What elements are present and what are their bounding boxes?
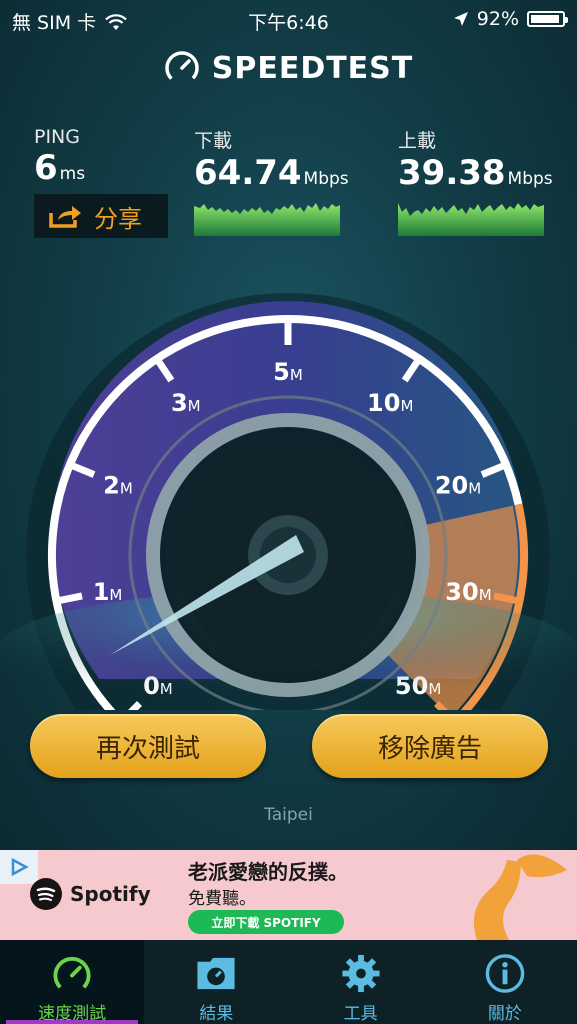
ad-banner[interactable]: Spotify 老派愛戀的反撲。 免費聽。 立即下載 SPOTIFY [0, 850, 577, 940]
download-graph [194, 203, 340, 236]
gauge-tick [493, 592, 521, 605]
battery-icon [527, 11, 568, 27]
app-header: SPEEDTEST [0, 48, 577, 88]
ping-label: PING [34, 126, 80, 148]
app-title: SPEEDTEST [211, 50, 414, 86]
results-folder-icon [197, 957, 235, 990]
download-unit: Mbps [303, 169, 349, 189]
server-location: Taipei [264, 805, 313, 825]
ad-headline: 老派愛戀的反撲。 [188, 860, 348, 884]
speed-gauge: 0M1M2M3M5M10M20M30M50M [0, 293, 577, 710]
remove-ads-label: 移除廣告 [377, 733, 482, 764]
tab-about[interactable]: 關於 [433, 940, 577, 1024]
info-icon [485, 954, 525, 993]
share-label: 分享 [94, 204, 142, 233]
speedometer-icon [53, 956, 91, 995]
download-stat: 下載 64.74 Mbps [194, 126, 349, 199]
spotify-brand: Spotify [30, 878, 151, 910]
spotify-name: Spotify [70, 882, 151, 906]
saxophone-illustration [473, 854, 567, 940]
remove-ads-button[interactable]: 移除廣告 [312, 714, 548, 778]
share-button[interactable]: 分享 [34, 194, 168, 238]
tab-about-label: 關於 [487, 1004, 522, 1024]
location-arrow-icon [453, 12, 468, 26]
upload-label: 上載 [398, 130, 437, 152]
download-value: 64.74 [194, 153, 302, 193]
retest-label: 再次測試 [95, 733, 200, 764]
upload-value: 39.38 [398, 153, 506, 193]
tab-tools-label: 工具 [343, 1004, 378, 1024]
ad-cta-button[interactable]: 立即下載 SPOTIFY [188, 910, 344, 934]
gauge-tick [55, 592, 83, 605]
ad-subline: 免費聽。 [188, 889, 256, 909]
tab-bar: 速度測試 結果 工具 關於 [0, 940, 577, 1024]
share-icon [49, 206, 81, 228]
upload-graph [398, 203, 544, 236]
spotify-logo-icon [30, 878, 62, 910]
download-label: 下載 [194, 130, 233, 152]
tab-results-label: 結果 [199, 1004, 234, 1024]
tab-speedtest-label: 速度測試 [38, 1004, 107, 1024]
ping-stat: PING 6 ms [34, 126, 85, 194]
retest-button[interactable]: 再次測試 [30, 714, 266, 778]
gear-icon [342, 954, 380, 993]
speedtest-logo-icon [164, 51, 199, 85]
upload-unit: Mbps [507, 169, 553, 189]
upload-stat: 上載 39.38 Mbps [398, 126, 553, 199]
tab-results[interactable]: 結果 [144, 940, 288, 1024]
ping-value: 6 [34, 148, 58, 188]
tab-speedtest[interactable]: 速度測試 [0, 940, 145, 1024]
tab-tools[interactable]: 工具 [289, 940, 433, 1024]
battery-percent: 92% [476, 8, 519, 30]
status-bar: 無 SIM 卡 下午6:46 92% [0, 0, 577, 38]
ping-unit: ms [59, 164, 86, 184]
